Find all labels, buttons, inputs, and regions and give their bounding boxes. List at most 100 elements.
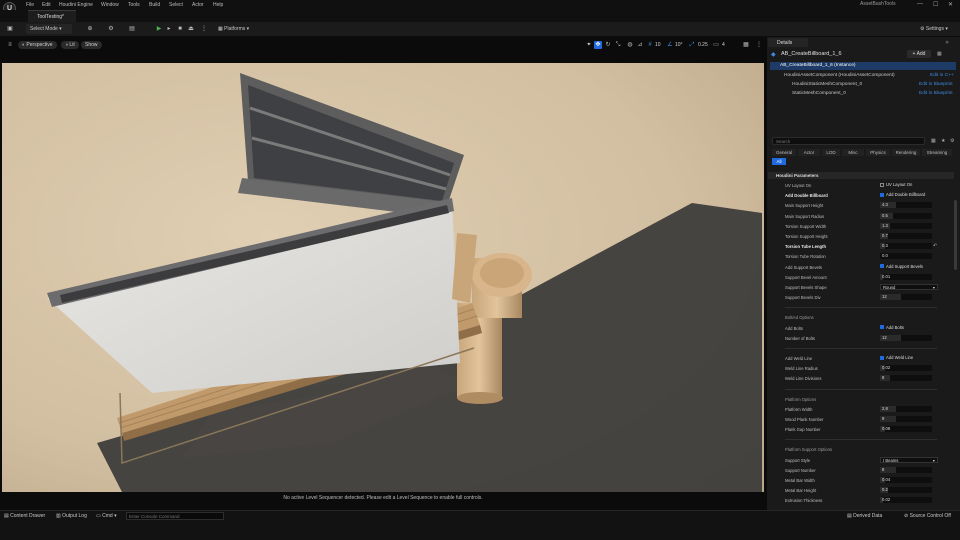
content-drawer-button[interactable]: ▤ Content Drawer — [4, 513, 45, 519]
houdini-parameters-section[interactable]: Houdini Parameters — [768, 172, 954, 179]
property-number-field[interactable]: 0.7 — [880, 233, 932, 239]
tab-rendering[interactable]: Rendering — [892, 149, 920, 156]
blueprint-icon[interactable]: ⚙ — [107, 25, 115, 33]
viewport-layout-icon[interactable]: ▦ — [742, 41, 750, 49]
translate-tool-icon[interactable]: ✥ — [594, 41, 602, 49]
play-icon[interactable]: ▶ — [155, 25, 163, 33]
sequencer-icon[interactable]: ▤ — [128, 25, 136, 33]
angle-snap-value[interactable]: 10° — [675, 41, 683, 49]
grid-snap-icon[interactable]: # — [646, 41, 654, 49]
blueprint-icon[interactable]: ▦ — [937, 51, 942, 57]
derived-data-button[interactable]: ▤ Derived Data — [847, 513, 882, 519]
viewport-options-icon[interactable]: ⋮ — [755, 41, 763, 49]
rotate-tool-icon[interactable]: ↻ — [604, 41, 612, 49]
console-command-input[interactable] — [126, 512, 224, 520]
reset-to-default-icon[interactable]: ↶ — [933, 243, 937, 249]
stop-icon[interactable]: ■ — [176, 25, 184, 33]
surface-snap-icon[interactable]: ⊿ — [636, 41, 644, 49]
property-number-field[interactable]: 8 — [880, 466, 932, 473]
tab-streaming[interactable]: Streaming — [922, 149, 952, 156]
property-number-field[interactable]: 2.8 — [880, 405, 932, 412]
property-number-field[interactable]: 12 — [880, 294, 932, 301]
details-close-icon[interactable]: ✕ — [945, 40, 949, 46]
details-scrollbar[interactable] — [954, 200, 957, 270]
perspective-button[interactable]: ◐ Perspective — [18, 41, 57, 49]
menu-tools[interactable]: Tools — [128, 2, 140, 8]
camera-speed-icon[interactable]: ▭ — [712, 41, 720, 49]
menu-help[interactable]: Help — [213, 2, 223, 8]
edit-in-blueprint-link[interactable]: Edit in Blueprint — [919, 81, 953, 89]
scale-tool-icon[interactable]: ⤡ — [614, 41, 622, 49]
property-number-field[interactable]: 12 — [880, 334, 932, 341]
show-button[interactable]: Show — [81, 41, 102, 49]
grid-snap-value[interactable]: 10 — [655, 41, 661, 49]
property-number-field[interactable]: 0.01 — [880, 273, 932, 280]
property-number-field[interactable]: 9 — [880, 416, 932, 422]
property-checkbox[interactable]: UV Layout On — [880, 182, 912, 187]
checkbox-icon[interactable] — [880, 355, 884, 360]
property-number-field[interactable]: 0.08 — [880, 426, 932, 433]
tab-level[interactable]: ToolTesting* — [28, 10, 76, 22]
property-number-field[interactable]: 0.5 — [880, 212, 932, 219]
camera-speed-value[interactable]: 4 — [722, 41, 725, 49]
step-icon[interactable]: ▸ — [165, 25, 173, 33]
edit-in-cpp-link[interactable]: Edit in C++ — [930, 72, 954, 80]
edit-in-blueprint-link[interactable]: Edit in Blueprint — [919, 90, 953, 98]
add-content-icon[interactable]: ⊕ — [86, 25, 94, 33]
property-number-field[interactable]: 1.3 — [880, 222, 932, 229]
settings-gear-icon[interactable]: ⚙ — [950, 138, 954, 144]
menu-houdini-engine[interactable]: Houdini Engine — [59, 2, 93, 8]
menu-file[interactable]: File — [26, 2, 34, 8]
world-space-icon[interactable]: ◍ — [626, 41, 634, 49]
property-checkbox[interactable]: Add Bolts — [880, 325, 904, 330]
scale-snap-icon[interactable]: ⤢ — [688, 41, 696, 49]
component-row[interactable]: HoudiniAssetComponent (HoudiniAssetCompo… — [770, 72, 956, 80]
maximize-icon[interactable]: ☐ — [933, 1, 938, 8]
property-number-field[interactable]: 0.02 — [880, 497, 932, 504]
tab-general[interactable]: General — [772, 149, 796, 156]
lit-button[interactable]: ◑ Lit — [61, 41, 79, 49]
scene-render[interactable] — [2, 63, 764, 492]
checkbox-icon[interactable] — [880, 264, 884, 269]
play-options-icon[interactable]: ⋮ — [200, 25, 208, 33]
property-dropdown[interactable]: I Beams ▾ — [880, 456, 938, 463]
viewport-menu-icon[interactable]: ≡ — [6, 41, 14, 49]
property-dropdown[interactable]: Round ▾ — [880, 284, 938, 290]
property-number-field[interactable]: 0.02 — [880, 365, 932, 372]
property-checkbox[interactable]: Add Support Bevels — [880, 264, 923, 269]
tab-lod[interactable]: LOD — [822, 149, 840, 156]
property-number-field[interactable]: 8 — [880, 375, 932, 382]
details-search-input[interactable] — [772, 137, 925, 145]
property-checkbox[interactable]: Add Weld Line — [880, 355, 913, 360]
property-number-field[interactable]: 0.3 — [880, 243, 932, 250]
checkbox-icon[interactable] — [880, 182, 884, 187]
menu-actor[interactable]: Actor — [192, 2, 204, 8]
scale-snap-value[interactable]: 0.25 — [698, 41, 708, 49]
component-row[interactable]: StaticMeshComponent_0 Edit in Blueprint — [770, 90, 956, 98]
tab-physics[interactable]: Physics — [866, 149, 890, 156]
property-matrix-icon[interactable]: ▦ — [931, 138, 936, 144]
minimize-icon[interactable]: — — [917, 1, 923, 7]
source-control-button[interactable]: ⊘ Source Control Off — [904, 513, 951, 519]
output-log-button[interactable]: ▥ Output Log — [56, 513, 87, 519]
property-number-field[interactable]: 0.0 — [880, 253, 932, 260]
component-row[interactable]: AB_CreateBillboard_1_6 (Instance) — [770, 62, 956, 70]
tab-misc[interactable]: Misc — [842, 149, 864, 156]
menu-select[interactable]: Select — [169, 2, 183, 8]
checkbox-icon[interactable] — [880, 325, 884, 330]
add-component-button[interactable]: + Add — [907, 50, 931, 58]
select-tool-icon[interactable]: ⌖ — [585, 41, 593, 49]
menu-window[interactable]: Window — [101, 2, 119, 8]
eject-icon[interactable]: ⏏ — [187, 25, 195, 33]
property-number-field[interactable]: 0.04 — [880, 477, 932, 483]
tab-all[interactable]: All — [772, 158, 786, 165]
save-icon[interactable]: ▣ — [6, 25, 14, 33]
menu-build[interactable]: Build — [149, 2, 160, 8]
property-checkbox[interactable]: Add Double Billboard — [880, 192, 925, 197]
menu-edit[interactable]: Edit — [42, 2, 51, 8]
property-number-field[interactable]: 0.2 — [880, 487, 932, 494]
checkbox-icon[interactable] — [880, 193, 884, 198]
angle-snap-icon[interactable]: ∠ — [666, 41, 674, 49]
platforms-dropdown[interactable]: ▦ Platforms ▾ — [218, 24, 249, 34]
select-mode-dropdown[interactable]: Select Mode ▾ — [26, 24, 72, 34]
